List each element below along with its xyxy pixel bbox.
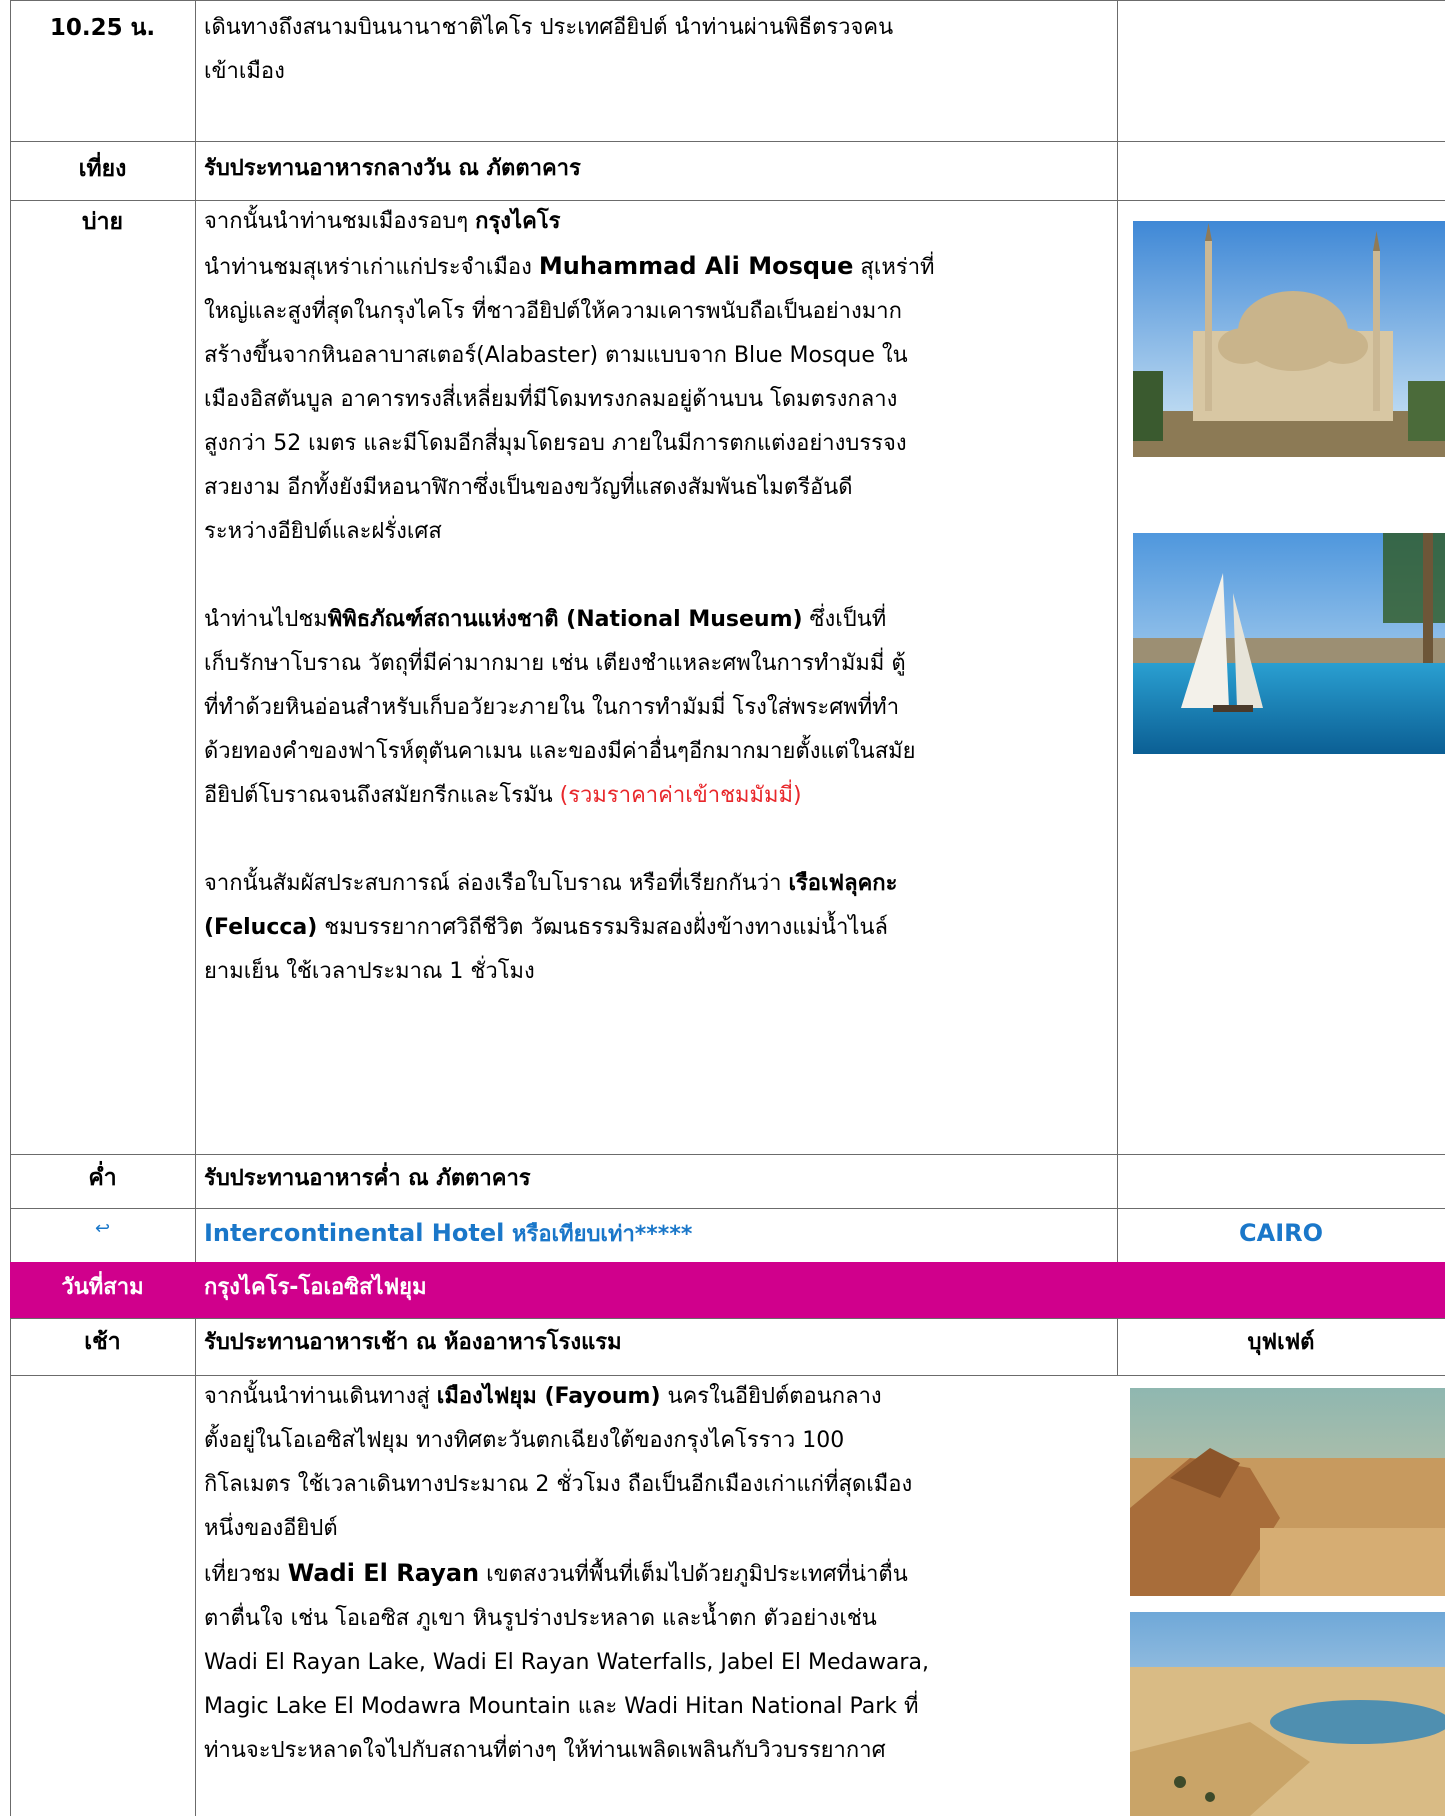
hotel-icon: ↩ [94, 1218, 111, 1239]
meal-type: บุฟเฟต์ [1247, 1330, 1315, 1355]
place-name: พิพิธภัณฑ์สถานแห่งชาติ (National Museum) [327, 607, 803, 632]
text-span: อียิปต์โบราณจนถึงสมัยกรีกและโรมัน [204, 783, 560, 808]
time-label: บ่าย [82, 209, 123, 235]
nile-felucca-photo [1133, 533, 1445, 754]
text-line: เดินทางถึงสนามบินนานาชาติไคโร ประเทศอียิ… [204, 15, 894, 40]
time-label: ค่ำ [88, 1165, 117, 1191]
text-line: ระหว่างอียิปต์และฝรั่งเศส [204, 519, 442, 544]
text-span: นครในอียิปต์ตอนกลาง [660, 1384, 882, 1409]
text-line: หนึ่งของอียิปต์ [204, 1516, 338, 1541]
hotel-rating: หรือเทียบเท่า***** [504, 1222, 693, 1247]
text-span: จากนั้นนำท่านชมเมืองรอบๆ [204, 209, 476, 234]
schedule-row-breakfast: เช้า รับประทานอาหารเช้า ณ ห้องอาหารโรงแร… [0, 1318, 1445, 1375]
text-span: ซึ่งเป็นที่ [802, 607, 887, 632]
meal-text: รับประทานอาหารกลางวัน ณ ภัตตาคาร [204, 156, 581, 181]
day-label: วันที่สาม [61, 1275, 144, 1300]
day-title: กรุงไคโร-โอเอซิสไฟยุม [204, 1275, 427, 1300]
schedule-row-dinner: ค่ำ รับประทานอาหารค่ำ ณ ภัตตาคาร [0, 1154, 1445, 1208]
text-line: ตาตื่นใจ เช่น โอเอซิส ภูเขา หินรูปร่างปร… [204, 1606, 877, 1631]
text-line: เข้าเมือง [204, 59, 285, 84]
text-line: ยามเย็น ใช้เวลาประมาณ 1 ชั่วโมง [204, 959, 535, 984]
meal-text: รับประทานอาหารเช้า ณ ห้องอาหารโรงแรม [204, 1330, 622, 1355]
text-span: เที่ยวชม [204, 1562, 288, 1587]
text-line: เก็บรักษาโบราณ วัตถุที่มีค่ามากมาย เช่น … [204, 651, 906, 676]
text-span: เขตสงวนที่พื้นที่เต็มไปด้วยภูมิประเทศที่… [479, 1562, 908, 1587]
mosque-photo [1133, 221, 1445, 457]
place-name: Muhammad Ali Mosque [538, 252, 854, 280]
text-span: สุเหร่าที่ [853, 255, 935, 280]
text-line: Wadi El Rayan Lake, Wadi El Rayan Waterf… [204, 1650, 929, 1675]
text-line: เมืองอิสตันบูล อาคารทรงสี่เหลี่ยมที่มีโด… [204, 387, 898, 412]
text-line: ที่ทำด้วยหินอ่อนสำหรับเก็บอวัยวะภายใน ใน… [204, 695, 900, 720]
time-label: เที่ยง [78, 156, 127, 182]
text-line: ด้วยทองคำของฟาโรห์ตุตันคาเมน และของมีค่า… [204, 739, 916, 764]
text-span: นำท่านชมสุเหร่าเก่าแก่ประจำเมือง [204, 255, 539, 280]
text-line: ตั้งอยู่ในโอเอซิสไฟยุม ทางทิศตะวันตกเฉีย… [204, 1428, 845, 1453]
wadi-el-rayan-photo [1130, 1612, 1445, 1816]
day-header: วันที่สาม กรุงไคโร-โอเอซิสไฟยุม [10, 1262, 1445, 1318]
time-label: 10.25 น. [49, 15, 156, 41]
schedule-row-lunch: เที่ยง รับประทานอาหารกลางวัน ณ ภัตตาคาร [0, 141, 1445, 200]
text-span-bold: กรุงไคโร [475, 209, 561, 234]
text-line: ใหญ่และสูงที่สุดในกรุงไคโร ที่ชาวอียิปต์… [204, 299, 902, 324]
text-span: จากนั้นนำท่านเดินทางสู่ [204, 1384, 437, 1409]
fayoum-desert-photo [1130, 1388, 1445, 1596]
schedule-row-arrival: 10.25 น. เดินทางถึงสนามบินนานาชาติไคโร ป… [0, 0, 1445, 141]
text-span: นำท่านไปชม [204, 607, 328, 632]
place-name: เรือเฟลุคกะ [788, 871, 898, 896]
time-label: เช้า [84, 1329, 121, 1355]
hotel-name: Intercontinental Hotel [204, 1219, 505, 1247]
price-note: (รวมราคาค่าเข้าชมมัมมี่) [559, 783, 802, 808]
text-line: ท่านจะประหลาดใจไปกับสถานที่ต่างๆ ให้ท่าน… [204, 1738, 886, 1763]
text-line: สวยงาม อีกทั้งยังมีหอนาฬิกาซึ่งเป็นของขว… [204, 475, 853, 500]
place-name: เมืองไฟยุม (Fayoum) [436, 1384, 661, 1409]
text-line: กิโลเมตร ใช้เวลาเดินทางประมาณ 2 ชั่วโมง … [204, 1472, 913, 1497]
meal-text: รับประทานอาหารค่ำ ณ ภัตตาคาร [204, 1166, 531, 1191]
schedule-row-hotel: ↩ Intercontinental Hotel หรือเทียบเท่า**… [0, 1208, 1445, 1262]
text-span: จากนั้นสัมผัสประสบการณ์ ล่องเรือใบโบราณ … [204, 871, 789, 896]
place-name: (Felucca) [204, 915, 318, 940]
text-line: สูงกว่า 52 เมตร และมีโดมอีกสี่มุมโดยรอบ … [204, 431, 907, 456]
hotel-city: CAIRO [1239, 1219, 1323, 1247]
place-name: Wadi El Rayan [287, 1559, 480, 1587]
text-line: Magic Lake El Modawra Mountain และ Wadi … [204, 1694, 919, 1719]
text-line: สร้างขึ้นจากหินอลาบาสเตอร์(Alabaster) ตา… [204, 343, 908, 368]
text-span: ชมบรรยากาศวิถีชีวิต วัฒนธรรมริมสองฝั่งข้… [317, 915, 889, 940]
